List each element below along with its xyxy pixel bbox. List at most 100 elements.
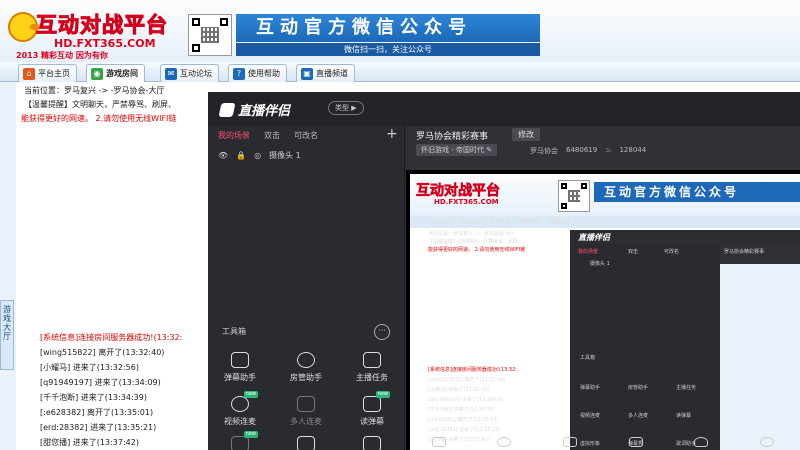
preview-line: [千千泡断] 进来了(13:34:39) xyxy=(428,407,495,413)
camera-icon: ◎ xyxy=(254,151,262,160)
toolbox-label: 工具箱 xyxy=(222,327,246,336)
platform-logo: 互动对战平台 HD.FXT365.COM 2013 精彩互动 因为有你 xyxy=(6,4,174,62)
wechat-title: 互动官方微信公众号 xyxy=(236,14,540,42)
tab-my-scenes[interactable]: 我的场景 xyxy=(218,130,250,141)
tab-forum[interactable]: ✉ 互动论坛 xyxy=(160,64,219,82)
danmaku-show-icon xyxy=(297,436,315,450)
help-icon: ? xyxy=(233,67,245,80)
play-icon[interactable] xyxy=(628,437,643,447)
preview-tool: 弹幕助手 xyxy=(580,385,601,391)
live-companion-logo-icon xyxy=(218,102,236,117)
danmaku-icon xyxy=(231,352,249,368)
tool-video-link[interactable]: new 视频连麦 xyxy=(210,391,270,427)
tool-danmaku-show[interactable]: 弹幕秀 xyxy=(276,436,336,450)
popularity-count: 128044 xyxy=(619,146,647,154)
chat-line: [erd:28382] 进来了(13:35:21) xyxy=(40,423,157,432)
preview-tab: 双击 xyxy=(628,249,639,255)
add-scene-button[interactable]: + xyxy=(386,126,398,142)
tool-streamer-tasks[interactable]: 主播任务 xyxy=(342,352,402,383)
platform-tab-bar: ⌂ 平台主页 ◉ 游戏房间 ✉ 互动论坛 ? 使用帮助 ▣ 直播频道 xyxy=(0,62,800,82)
scene-item-camera[interactable]: 👁 🔒 ◎ 摄像头 1 xyxy=(218,150,301,161)
app-name: 直播伴侣 xyxy=(238,104,291,119)
room-meta: 罗马协会 6480619 ♨ 128044 xyxy=(530,146,646,156)
microphone-icon[interactable] xyxy=(694,437,709,447)
preview-tab: 可改名 xyxy=(664,249,680,255)
logo-slogan: 2013 精彩互动 因为有你 xyxy=(16,51,108,60)
tab-game-room[interactable]: ◉ 游戏房间 xyxy=(86,64,145,82)
projection-icon[interactable] xyxy=(563,437,578,447)
tool-read-danmaku[interactable]: new 读弹幕 xyxy=(342,391,402,427)
tool-lyrics-assistant[interactable]: 歌词助手 xyxy=(342,436,402,450)
stream-preview: 互动对战平台 HD.FXT365.COM 互动官方微信公众号 平台主页 游戏房间… xyxy=(406,170,800,450)
chat-line: [甜您播] 进来了(13:37:42) xyxy=(40,438,139,447)
preview-tab: 使用帮助 xyxy=(520,219,541,225)
preview-tool: 主播任务 xyxy=(676,385,697,391)
logo-url: HD.FXT365.COM xyxy=(54,37,156,50)
preview-panel: 罗马协会精彩赛事 修改 怀旧游戏 - 帝国时代 ✎ 罗马协会 6480619 ♨… xyxy=(406,126,800,450)
preview-tool: 房管助手 xyxy=(628,385,649,391)
category-tag[interactable]: 怀旧游戏 - 帝国时代 ✎ xyxy=(416,144,498,156)
tool-label: 房管助手 xyxy=(290,373,322,382)
room-owner: 罗马协会 xyxy=(530,147,558,155)
popularity-icon: ♨ xyxy=(605,146,612,154)
preview-tab: 直播频道 xyxy=(550,219,571,225)
preview-app-name: 直播伴侣 xyxy=(578,233,610,242)
reminder-text: 【温馨提醒】文明聊天，严禁辱骂、刷屏、 xyxy=(24,100,176,109)
tab-label: 互动论坛 xyxy=(180,69,212,78)
chat-line: [千千泡断] 进来了(13:34:39) xyxy=(40,393,147,402)
room-name: 罗马协会精彩赛事 xyxy=(416,132,489,142)
preview-line: 当前位置：罗马复兴 -> -罗马协会-大厅 xyxy=(428,231,516,237)
preview-right-panel: 罗马协会精彩赛事 xyxy=(720,244,800,450)
room-admin-icon xyxy=(297,352,315,368)
scene-item-label: 摄像头 1 xyxy=(269,151,301,160)
toolbox-more-button[interactable]: ··· xyxy=(374,324,390,340)
preview-tool: 多人连麦 xyxy=(628,413,649,419)
tab-label: 游戏房间 xyxy=(106,69,138,78)
preview-tool: 读弹幕 xyxy=(676,413,692,419)
duck-mascot-icon xyxy=(8,12,40,42)
tool-multi-link[interactable]: 多人连麦 xyxy=(276,396,336,427)
tool-danmaku-assistant[interactable]: 弹幕助手 xyxy=(210,352,270,383)
preview-wechat-title: 互动官方微信公众号 xyxy=(594,182,800,202)
platform-banner: 互动对战平台 HD.FXT365.COM 2013 精彩互动 因为有你 互动官方… xyxy=(0,0,800,62)
edit-room-button[interactable]: 修改 xyxy=(512,128,540,141)
type-selector[interactable]: 类型 ▶ xyxy=(328,101,364,115)
tool-label: 读弹幕 xyxy=(360,417,384,426)
wechat-subtitle: 微信扫一扫，关注公众号 xyxy=(236,43,540,56)
scene-tabs: 我的场景 双击 可改名 xyxy=(218,130,318,141)
tab-label: 使用帮助 xyxy=(248,69,280,78)
tab-help[interactable]: ? 使用帮助 xyxy=(228,64,287,82)
chat-log: [系统信息]连接房间服务器成功!(13:32: [wing515822] 离开了… xyxy=(40,330,230,450)
tab-home[interactable]: ⌂ 平台主页 xyxy=(18,64,77,82)
breadcrumb: 当前位置：罗马复兴 -> -罗马协会-大厅 xyxy=(24,86,165,95)
game-room-icon: ◉ xyxy=(91,67,103,80)
tool-label: 多人连麦 xyxy=(290,417,322,426)
preview-live-companion: 直播伴侣 我的场景 双击 可改名 摄像头 1 工具箱 弹幕助手 房管助手 主播任… xyxy=(570,230,800,450)
speaker-icon[interactable] xyxy=(760,437,775,447)
preview-room-name: 罗马协会精彩赛事 xyxy=(724,249,765,255)
bottom-toolbar xyxy=(406,434,800,450)
preview-qr-code xyxy=(558,180,590,212)
game-lobby-side-tab[interactable]: 游戏大厅 xyxy=(0,300,14,370)
chat-line: [:e628382] 离开了(13:35:01) xyxy=(40,408,154,417)
live-channel-icon: ▣ xyxy=(301,67,313,80)
tab-live-channel[interactable]: ▣ 直播频道 xyxy=(296,64,355,82)
avatar-icon: new xyxy=(231,431,258,450)
record-icon[interactable] xyxy=(497,437,512,447)
chat-line: [wing515822] 离开了(13:32:40) xyxy=(40,348,165,357)
preview-tab: 游戏房间 xyxy=(460,219,481,225)
preview-scene-panel: 我的场景 双击 可改名 摄像头 1 工具箱 弹幕助手 房管助手 主播任务 视频连… xyxy=(570,244,720,450)
lock-icon[interactable]: 🔒 xyxy=(236,151,246,160)
preview-tab: 平台主页 xyxy=(430,219,451,225)
wechat-qr-code xyxy=(188,14,232,56)
task-icon xyxy=(363,352,381,368)
tab-double-click[interactable]: 双击 xyxy=(264,130,280,141)
tab-rename[interactable]: 可改名 xyxy=(294,130,318,141)
eye-icon[interactable]: 👁 xyxy=(218,151,228,160)
preview-tab: 我的场景 xyxy=(578,249,599,255)
tool-virtual-avatar[interactable]: new 虚拟形象 xyxy=(210,431,270,450)
preview-line: [erd:28382] 进来了(13:35:21) xyxy=(428,427,501,433)
preview-capture: 互动对战平台 HD.FXT365.COM 互动官方微信公众号 平台主页 游戏房间… xyxy=(410,174,800,450)
tool-room-admin[interactable]: 房管助手 xyxy=(276,352,336,383)
screen-share-icon[interactable] xyxy=(431,437,446,447)
